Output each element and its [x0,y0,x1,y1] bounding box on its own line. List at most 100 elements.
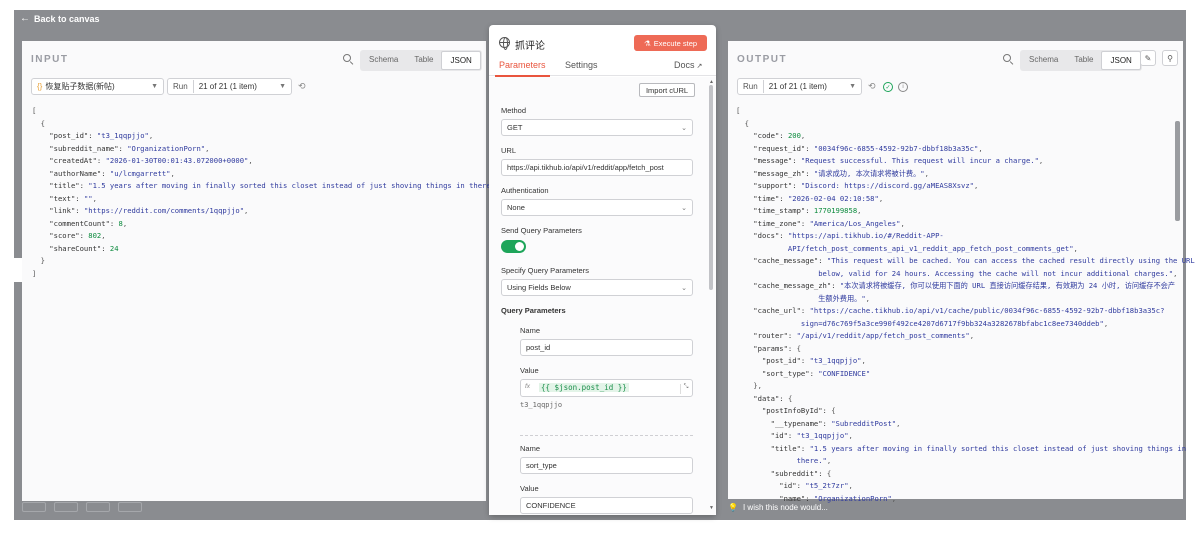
json-token: { [787,393,793,403]
json-line: "message_zh": "请求成功, 本次请求将被计费。", [736,168,1195,181]
expand-icon[interactable]: ⤡ [680,384,691,394]
canvas-control[interactable] [22,502,46,512]
scroll-down-icon[interactable]: ▼ [709,505,714,511]
authentication-value: None [507,203,525,212]
param1-name-input[interactable]: post_id [520,339,693,356]
authentication-select[interactable]: None ⌄ [501,199,693,216]
json-token: "Discord: https://discord.gg/aMEAS8Xsvz" [800,181,975,190]
json-line: 生额外费用。", [736,293,1195,306]
run-label: Run [173,82,188,91]
json-token: "2026-01-30T00:01:43.072000+0000" [105,156,249,165]
tab-schema[interactable]: Schema [361,51,406,70]
input-node-select[interactable]: {} 恢复贴子数据(新帖) ▼ [31,78,164,95]
json-token: API/fetch_post_comments_api_v1_reddit_ap… [736,243,1074,253]
send-query-toggle[interactable] [501,240,526,253]
json-token: ] [32,268,37,278]
tab-table[interactable]: Table [1066,51,1101,70]
param-divider [520,435,693,436]
json-token: "t3_1qqpjjo" [809,356,862,365]
param2-value-label: Value [520,484,539,493]
json-line: "score": 802, [32,230,504,243]
json-token: "data": [736,393,788,403]
json-token: "t5_2t7zr" [805,481,849,490]
tab-json[interactable]: JSON [1101,51,1141,70]
json-token: , [878,193,884,203]
link-icon[interactable]: ⟲ [868,81,876,92]
json-line: "docs": "https://api.tikhub.io/#/Reddit-… [736,230,1195,243]
json-token: "params": [736,343,797,353]
json-line: "id": "t3_1qqpjjo", [736,430,1195,443]
tab-json[interactable]: JSON [441,51,481,70]
run-label: Run [743,82,758,91]
json-line: "subreddit": { [736,468,1195,481]
feedback-link[interactable]: 💡 I wish this node would... [728,503,828,512]
search-icon[interactable] [1002,53,1014,66]
canvas-control[interactable] [54,502,78,512]
json-token: "1.5 years after moving in finally sorte… [88,181,500,190]
send-query-label: Send Query Parameters [501,226,582,235]
json-line: "code": 200, [736,130,1195,143]
json-token: , [244,206,249,215]
url-input[interactable]: https://api.tikhub.io/api/v1/reddit/app/… [501,159,693,176]
canvas-control[interactable] [118,502,142,512]
canvas-control[interactable] [86,502,110,512]
json-line: "cache_url": "https://cache.tikhub.io/ap… [736,305,1195,318]
json-line: "time": "2026-02-04 02:10:58", [736,193,1195,206]
method-value: GET [507,123,523,132]
json-token: "1.5 years after moving in finally sorte… [809,443,1187,453]
json-token: , [900,218,905,228]
tab-table[interactable]: Table [406,51,441,70]
specify-query-select[interactable]: Using Fields Below ⌄ [501,279,693,296]
url-value: https://api.tikhub.io/api/v1/reddit/app/… [507,163,664,172]
json-token: "link": [32,206,84,215]
json-line: "commentCount": 8, [32,218,504,231]
param1-expression-input[interactable]: fx {{ $json.post_id }} ⤡ [520,379,693,397]
json-line: below, valid for 24 hours. Accessing the… [736,268,1195,281]
input-run-select[interactable]: Run 21 of 21 (1 item) ▼ [167,78,292,95]
json-token: 802 [88,231,102,240]
json-token: , [800,131,806,140]
param2-value-input[interactable]: CONFIDENCE [520,497,693,514]
edit-output-button[interactable]: ✎ [1140,50,1156,66]
json-token: "post_id": [736,356,810,365]
tab-parameters[interactable]: Parameters [495,60,550,77]
method-select[interactable]: GET ⌄ [501,119,693,136]
json-token: "OrganizationPorn" [127,143,206,153]
json-token: }, [736,381,762,390]
json-token: "subreddit": [736,468,827,478]
json-token: "post_id": [32,131,97,140]
param1-expression-value: {{ $json.post_id }} [539,383,629,392]
json-token: "shareCount": [32,243,110,253]
json-token: , [969,331,975,340]
search-icon[interactable] [342,53,354,66]
json-token: , [148,131,154,140]
pin-output-button[interactable]: ⚲ [1162,50,1178,66]
json-token: , [248,156,253,165]
canvas-marker [14,258,22,282]
execute-step-button[interactable]: ⚗ Execute step [634,35,707,51]
tab-schema[interactable]: Schema [1021,51,1066,70]
output-view-tabs: Schema Table JSON [1020,50,1142,71]
json-token: below, valid for 24 hours. Accessing the… [736,268,1174,278]
json-line: "title": "1.5 years after moving in fina… [736,443,1195,456]
output-scrollbar[interactable] [1175,121,1180,221]
json-token: "subreddit_name": [32,143,128,153]
back-to-canvas-link[interactable]: ← Back to canvas [20,13,100,24]
flask-icon: ⚗ [643,38,651,48]
info-icon[interactable]: i [898,82,908,92]
param2-name-label: Name [520,444,541,453]
node-scrollbar[interactable] [709,85,713,290]
json-token: "cache_message_zh": [736,281,840,290]
json-token: "time_stamp": [736,206,814,215]
json-token: , [101,231,106,240]
tab-settings[interactable]: Settings [565,60,598,70]
json-token: 200 [787,131,801,140]
json-token: , [974,181,979,190]
json-token: "https://reddit.com/comments/1qqpjjo" [83,206,245,215]
output-run-select[interactable]: Run 21 of 21 (1 item) ▼ [737,78,862,95]
tab-docs[interactable]: Docs ↗ [674,60,702,70]
param2-name-input[interactable]: sort_type [520,457,693,474]
link-icon[interactable]: ⟲ [298,81,306,92]
node-title[interactable]: 抓评论 [515,37,545,52]
import-curl-button[interactable]: Import cURL [639,83,695,97]
